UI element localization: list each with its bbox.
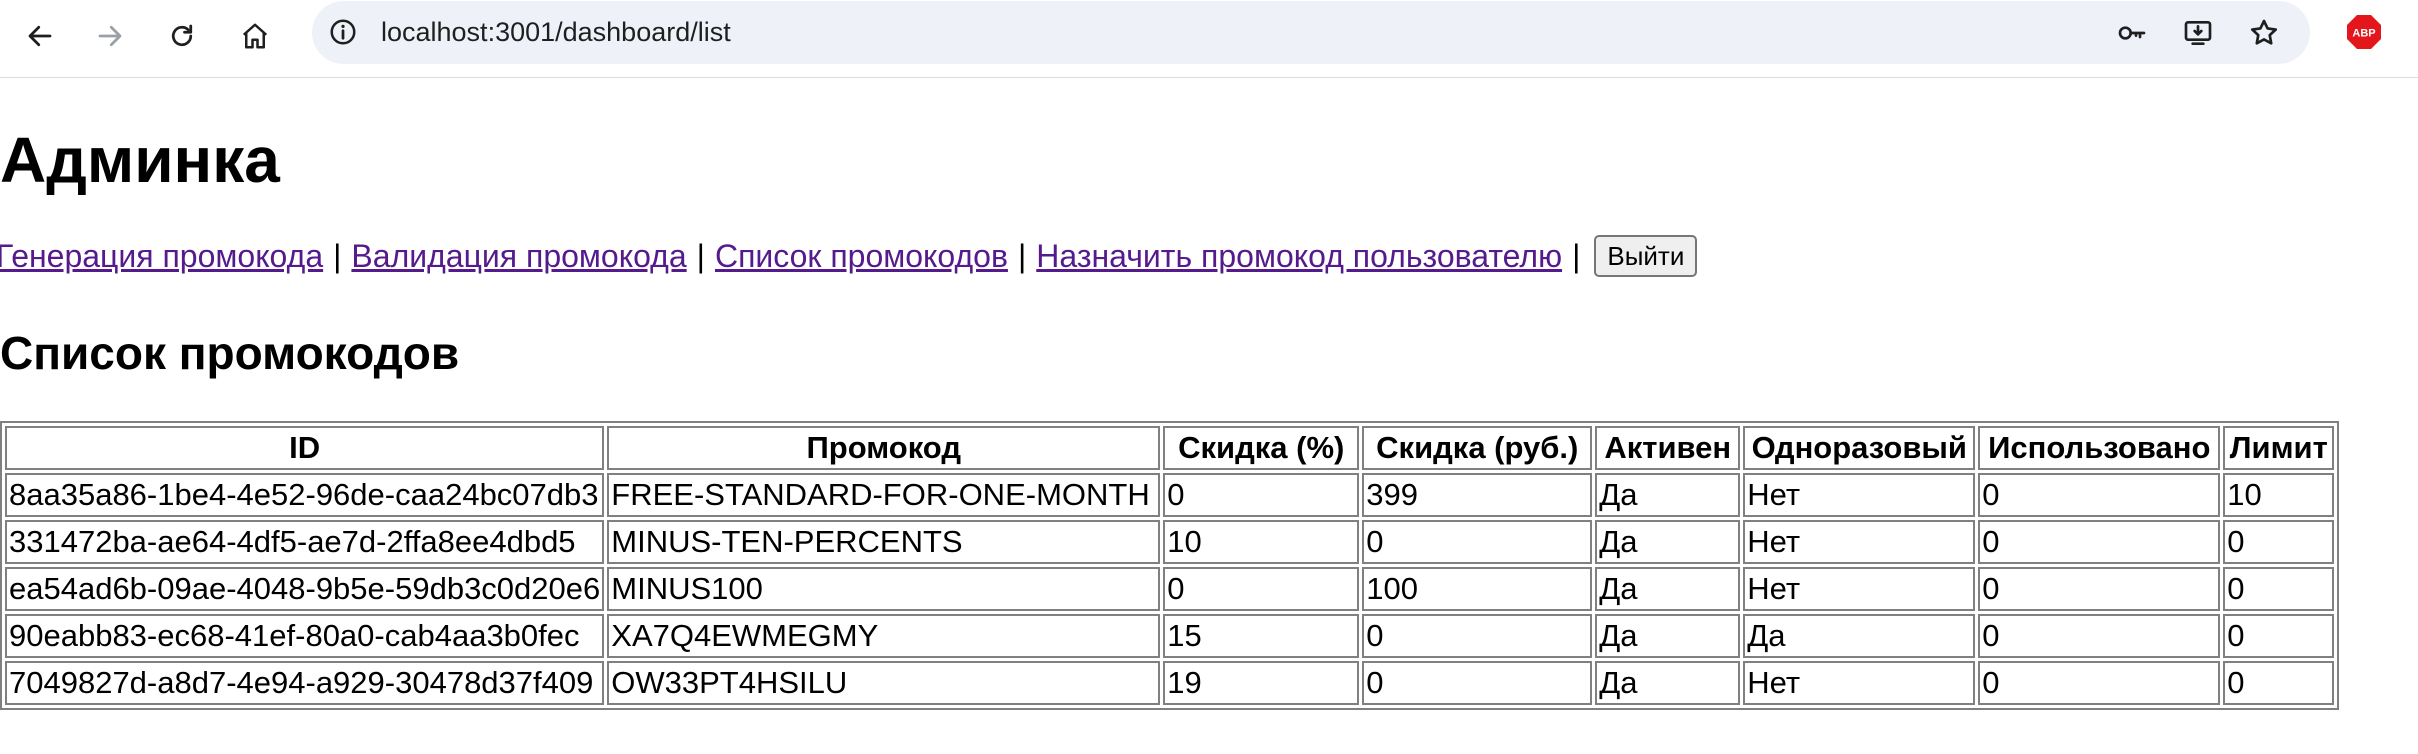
nav-separator: | (696, 237, 705, 274)
arrow-right-icon (98, 25, 122, 47)
reload-button[interactable] (156, 10, 208, 62)
cell-used: 0 (1978, 473, 2221, 517)
cell-limit: 0 (2223, 661, 2335, 705)
cell-discount-percent: 0 (1163, 567, 1360, 611)
cell-used: 0 (1978, 520, 2221, 564)
cell-id: 90eabb83-ec68-41ef-80a0-cab4aa3b0fec (5, 614, 605, 658)
cell-active: Да (1595, 520, 1741, 564)
nav-separator: | (1572, 237, 1581, 274)
cell-single-use: Да (1743, 614, 1976, 658)
info-circle-icon[interactable] (328, 17, 358, 47)
cell-discount-percent: 10 (1163, 520, 1360, 564)
cell-limit: 10 (2223, 473, 2335, 517)
home-icon (242, 23, 268, 49)
cell-promo-code: OW33PT4HSILU (607, 661, 1161, 705)
cell-discount-rub: 0 (1362, 614, 1593, 658)
cell-discount-rub: 100 (1362, 567, 1593, 611)
header-limit: Лимит (2223, 426, 2335, 470)
section-title: Список промокодов (0, 327, 460, 379)
cell-used: 0 (1978, 661, 2221, 705)
logout-button[interactable]: Выйти (1594, 235, 1698, 277)
back-button[interactable] (14, 10, 66, 62)
page-title: Админка (0, 124, 280, 196)
nav-link-generate[interactable]: Генерация промокода (0, 238, 323, 275)
cell-id: 7049827d-a8d7-4e94-a929-30478d37f409 (5, 661, 605, 705)
cell-discount-rub: 0 (1362, 661, 1593, 705)
cell-used: 0 (1978, 614, 2221, 658)
arrow-left-icon (28, 25, 52, 47)
address-bar[interactable]: localhost:3001/dashboard/list (312, 1, 2310, 64)
nav-link-list[interactable]: Список промокодов (715, 238, 1008, 275)
header-single-use: Одноразовый (1743, 426, 1976, 470)
key-icon[interactable] (2116, 17, 2148, 49)
cell-active: Да (1595, 567, 1741, 611)
cell-limit: 0 (2223, 614, 2335, 658)
home-button[interactable] (229, 10, 281, 62)
table-row: 7049827d-a8d7-4e94-a929-30478d37f409 OW3… (5, 661, 2335, 705)
cell-single-use: Нет (1743, 661, 1976, 705)
cell-single-use: Нет (1743, 473, 1976, 517)
bookmark-star-icon[interactable] (2248, 17, 2280, 49)
table-row: 8aa35a86-1be4-4e52-96de-caa24bc07db3 FRE… (5, 473, 2335, 517)
cell-limit: 0 (2223, 567, 2335, 611)
forward-button[interactable] (84, 10, 136, 62)
cell-single-use: Нет (1743, 567, 1976, 611)
header-used: Использовано (1978, 426, 2221, 470)
admin-nav: Генерация промокода | Валидация промокод… (0, 233, 1698, 279)
url-text[interactable]: localhost:3001/dashboard/list (381, 1, 731, 64)
cell-discount-percent: 19 (1163, 661, 1360, 705)
cell-id: ea54ad6b-09ae-4048-9b5e-59db3c0d20e6 (5, 567, 605, 611)
nav-separator: | (333, 237, 342, 274)
cell-id: 8aa35a86-1be4-4e52-96de-caa24bc07db3 (5, 473, 605, 517)
table-header-row: ID Промокод Скидка (%) Скидка (руб.) Акт… (5, 426, 2335, 470)
header-id: ID (5, 426, 605, 470)
cell-discount-percent: 0 (1163, 473, 1360, 517)
nav-separator: | (1017, 237, 1027, 274)
cell-discount-percent: 15 (1163, 614, 1360, 658)
nav-link-validate[interactable]: Валидация промокода (351, 238, 686, 275)
cell-limit: 0 (2223, 520, 2335, 564)
cell-active: Да (1595, 661, 1741, 705)
cell-promo-code: MINUS-TEN-PERCENTS (607, 520, 1161, 564)
cell-promo-code: MINUS100 (607, 567, 1161, 611)
cell-single-use: Нет (1743, 520, 1976, 564)
cell-id: 331472ba-ae64-4df5-ae7d-2ffa8ee4dbd5 (5, 520, 605, 564)
cell-used: 0 (1978, 567, 2221, 611)
browser-toolbar: localhost:3001/dashboard/list ABP (0, 0, 2418, 78)
svg-text:ABP: ABP (2352, 28, 2375, 40)
cell-discount-rub: 0 (1362, 520, 1593, 564)
header-active: Активен (1595, 426, 1741, 470)
reload-icon (171, 24, 193, 47)
table-row: ea54ad6b-09ae-4048-9b5e-59db3c0d20e6 MIN… (5, 567, 2335, 611)
cell-promo-code: FREE-STANDARD-FOR-ONE-MONTH (607, 473, 1161, 517)
adblock-extension-icon[interactable]: ABP (2346, 14, 2382, 50)
table-row: 90eabb83-ec68-41ef-80a0-cab4aa3b0fec XA7… (5, 614, 2335, 658)
cell-active: Да (1595, 473, 1741, 517)
header-discount-rub: Скидка (руб.) (1362, 426, 1593, 470)
promo-codes-table: ID Промокод Скидка (%) Скидка (руб.) Акт… (0, 421, 2340, 710)
cell-promo-code: XA7Q4EWMEGMY (607, 614, 1161, 658)
install-app-icon[interactable] (2182, 17, 2214, 49)
header-promo-code: Промокод (607, 426, 1161, 470)
header-discount-percent: Скидка (%) (1163, 426, 1360, 470)
nav-link-assign[interactable]: Назначить промокод пользователю (1036, 238, 1562, 275)
cell-active: Да (1595, 614, 1741, 658)
cell-discount-rub: 399 (1362, 473, 1593, 517)
table-row: 331472ba-ae64-4df5-ae7d-2ffa8ee4dbd5 MIN… (5, 520, 2335, 564)
